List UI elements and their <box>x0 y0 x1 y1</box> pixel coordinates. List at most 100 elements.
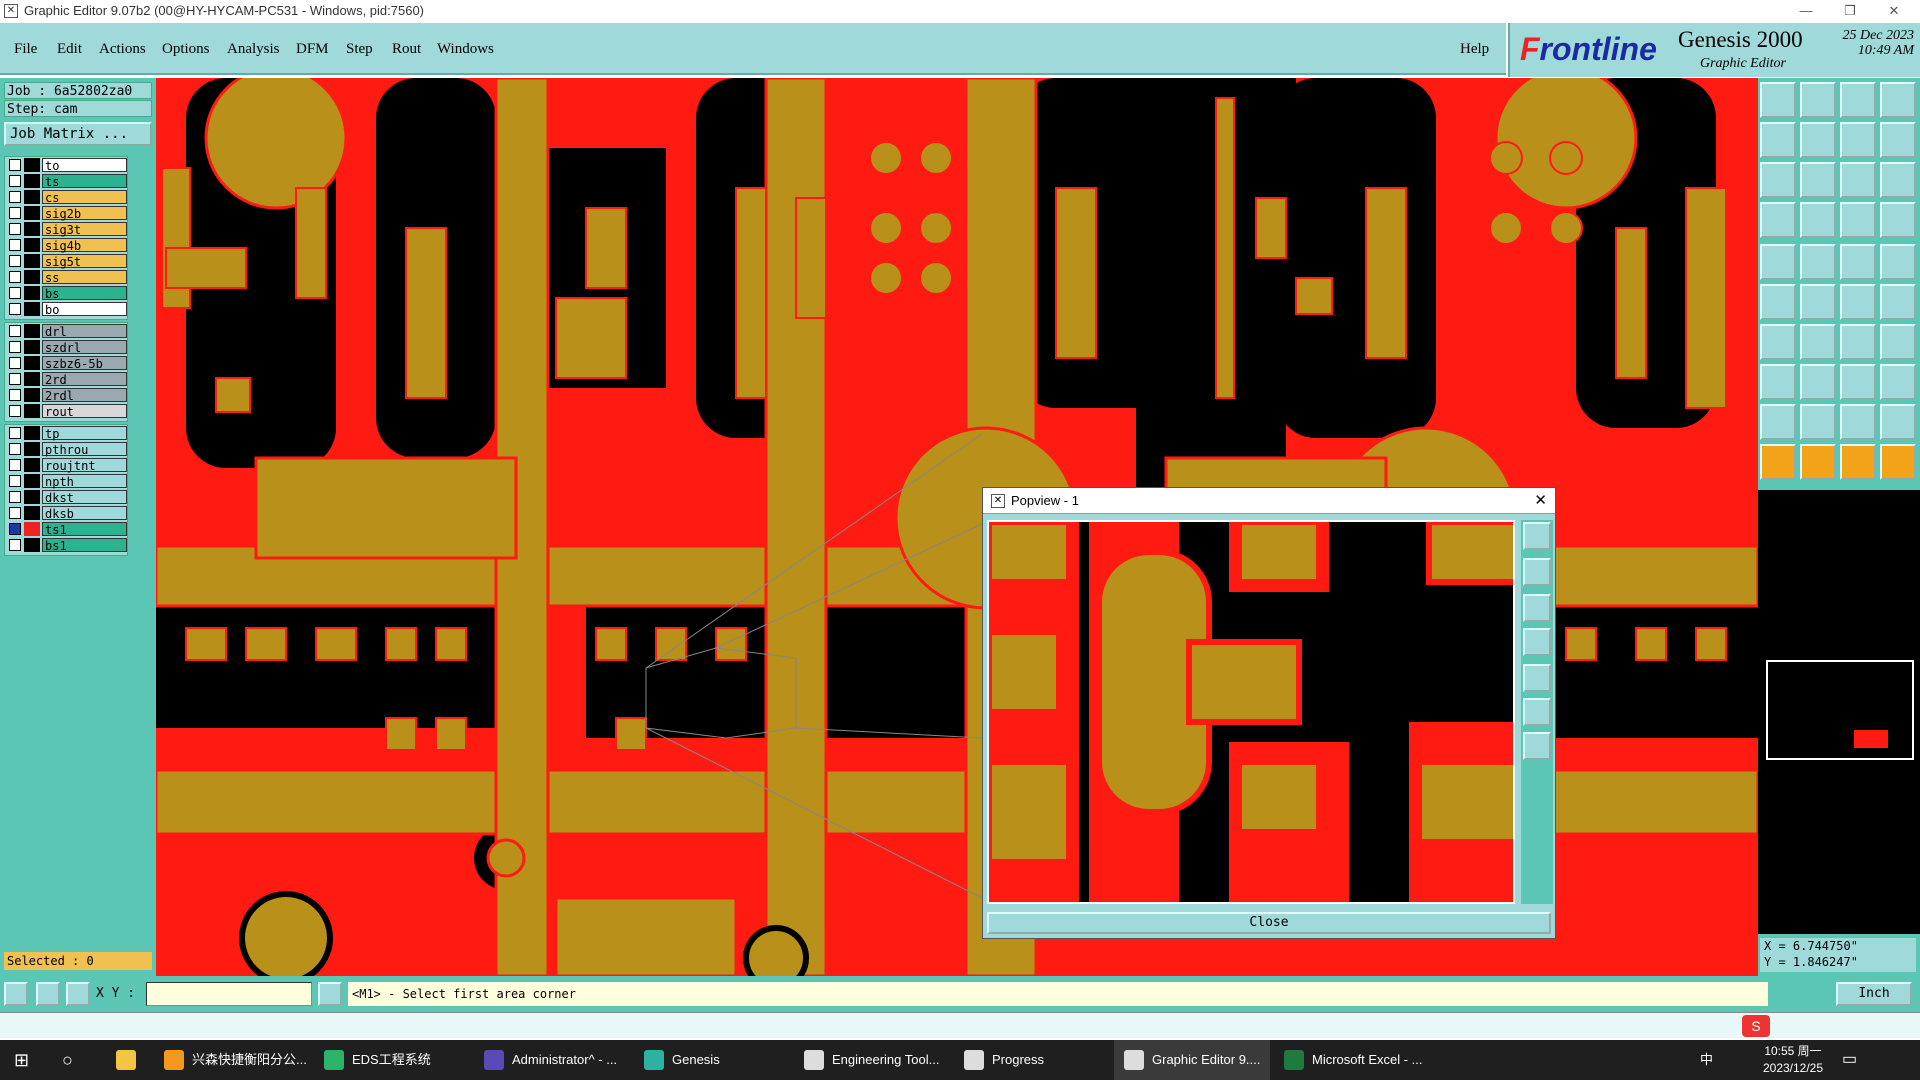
menu-options[interactable]: Options <box>162 41 210 58</box>
save-icon[interactable] <box>1760 82 1796 118</box>
layer-checkbox[interactable] <box>9 207 21 219</box>
popview-zoom-icon[interactable] <box>1523 522 1551 550</box>
ime-logo-icon[interactable]: S <box>1742 1015 1770 1037</box>
minimap[interactable] <box>1766 660 1914 760</box>
window-icon[interactable] <box>1880 82 1916 118</box>
layer-checkbox[interactable] <box>9 389 21 401</box>
popview-close-icon[interactable]: ✕ <box>1534 488 1547 514</box>
xy-input[interactable] <box>146 982 312 1006</box>
layer-row-cs[interactable]: cs <box>5 189 127 205</box>
menu-help[interactable]: Help <box>1460 41 1489 58</box>
layer-row-to[interactable]: to <box>5 157 127 173</box>
grid-mode-icon[interactable] <box>66 982 90 1006</box>
popview-pan-up-icon[interactable] <box>1523 558 1551 586</box>
search-icon[interactable]: ○ <box>62 1040 73 1080</box>
layer-checkbox[interactable] <box>9 459 21 471</box>
layer-row-ts1[interactable]: ts1 <box>5 521 127 537</box>
layer-row-sig5t[interactable]: sig5t <box>5 253 127 269</box>
arc-icon[interactable] <box>1840 324 1876 360</box>
pause-icon[interactable] <box>318 982 342 1006</box>
open-icon[interactable] <box>1800 82 1836 118</box>
node-icon[interactable] <box>1760 284 1796 320</box>
taskbar-item-6[interactable]: Progress <box>964 1040 1044 1080</box>
layer-checkbox[interactable] <box>9 287 21 299</box>
select-mode-icon[interactable] <box>4 982 28 1006</box>
scale-one-icon[interactable] <box>1840 162 1876 198</box>
layer-checkbox[interactable] <box>9 175 21 187</box>
layer-checkbox[interactable] <box>9 239 21 251</box>
menu-file[interactable]: File <box>14 41 37 58</box>
split-icon[interactable] <box>1880 122 1916 158</box>
system-clock[interactable]: 10:55 周一 2023/12/25 <box>1756 1043 1830 1077</box>
pointer3-icon[interactable] <box>1840 444 1876 480</box>
popview-pan-right-icon[interactable] <box>1523 664 1551 692</box>
copy-icon[interactable] <box>1880 364 1916 400</box>
grid-icon[interactable] <box>1800 202 1836 238</box>
layer-row-2rdl[interactable]: 2rdl <box>5 387 127 403</box>
letter-a3-icon[interactable] <box>1880 404 1916 440</box>
menu-edit[interactable]: Edit <box>57 41 82 58</box>
pan-right-icon[interactable] <box>1800 122 1836 158</box>
layer-checkbox[interactable] <box>9 443 21 455</box>
letter-a2-icon[interactable] <box>1840 404 1876 440</box>
pad-icon[interactable] <box>1760 244 1796 280</box>
start-button[interactable]: ⊞ <box>14 1040 29 1080</box>
close-window-button[interactable]: ✕ <box>1874 0 1914 22</box>
job-matrix-button[interactable]: Job Matrix ... <box>4 122 152 146</box>
layer-row-bs1[interactable]: bs1 <box>5 537 127 553</box>
align-icon[interactable] <box>1840 364 1876 400</box>
layer-checkbox[interactable] <box>9 405 21 417</box>
layer-checkbox[interactable] <box>9 539 21 551</box>
fit-icon[interactable] <box>1760 162 1796 198</box>
layer-checkbox[interactable] <box>9 523 21 535</box>
layer-row-szdrl[interactable]: szdrl <box>5 339 127 355</box>
layer-row-tp[interactable]: tp <box>5 425 127 441</box>
pointer-icon[interactable] <box>1760 444 1796 480</box>
net2-icon[interactable] <box>1880 202 1916 238</box>
menu-actions[interactable]: Actions <box>99 41 146 58</box>
layer-row-bo[interactable]: bo <box>5 301 127 317</box>
cross-icon[interactable] <box>1800 284 1836 320</box>
pointer2-icon[interactable] <box>1800 444 1836 480</box>
popview-canvas[interactable] <box>987 520 1515 904</box>
connect2-icon[interactable] <box>1880 284 1916 320</box>
taskbar-item-1[interactable]: 兴森快捷衡阳分公... <box>164 1040 307 1080</box>
move-icon[interactable] <box>1760 364 1796 400</box>
taskbar-item-7[interactable]: Graphic Editor 9.... <box>1114 1040 1271 1080</box>
menu-windows[interactable]: Windows <box>437 41 494 58</box>
line-icon[interactable] <box>1800 244 1836 280</box>
circle-icon[interactable] <box>1880 244 1916 280</box>
minimize-button[interactable]: — <box>1786 0 1826 22</box>
layer-row-ss[interactable]: ss <box>5 269 127 285</box>
taskbar-item-2[interactable]: EDS工程系统 <box>324 1040 431 1080</box>
layer-checkbox[interactable] <box>9 159 21 171</box>
layer-checkbox[interactable] <box>9 255 21 267</box>
layer-row-dksb[interactable]: dksb <box>5 505 127 521</box>
layer-checkbox[interactable] <box>9 475 21 487</box>
center-icon[interactable] <box>1800 162 1836 198</box>
angle-icon[interactable] <box>1760 324 1796 360</box>
draw-mode-icon[interactable] <box>36 982 60 1006</box>
layer-row-sig2b[interactable]: sig2b <box>5 205 127 221</box>
restore-button[interactable]: ❐ <box>1830 0 1870 22</box>
layer-row-2rd[interactable]: 2rd <box>5 371 127 387</box>
layer-checkbox[interactable] <box>9 223 21 235</box>
layer-checkbox[interactable] <box>9 191 21 203</box>
layer-checkbox[interactable] <box>9 357 21 369</box>
pointer4-icon[interactable] <box>1880 444 1916 480</box>
layer-checkbox[interactable] <box>9 373 21 385</box>
home-icon[interactable] <box>1840 82 1876 118</box>
pan-left-icon[interactable] <box>1760 122 1796 158</box>
menu-dfm[interactable]: DFM <box>296 41 329 58</box>
menu-step[interactable]: Step <box>346 41 373 58</box>
measure-icon[interactable] <box>1840 244 1876 280</box>
menu-analysis[interactable]: Analysis <box>227 41 280 58</box>
popview-close-button[interactable]: Close <box>987 912 1551 934</box>
layer-checkbox[interactable] <box>9 491 21 503</box>
slash-icon[interactable] <box>1800 324 1836 360</box>
taskbar-item-3[interactable]: Administrator^ - ... <box>484 1040 617 1080</box>
ime-indicator[interactable]: 中 <box>1700 1040 1713 1080</box>
layer-row-dkst[interactable]: dkst <box>5 489 127 505</box>
popview-pan-left-icon[interactable] <box>1523 628 1551 656</box>
layer-row-drl[interactable]: drl <box>5 323 127 339</box>
